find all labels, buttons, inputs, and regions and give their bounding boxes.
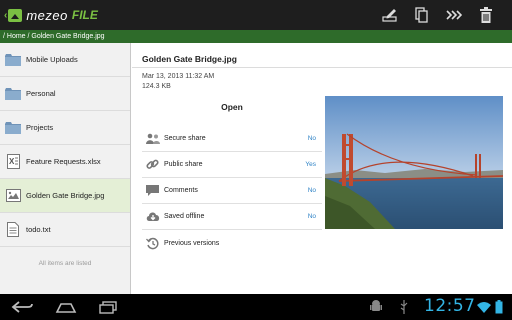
edit-button[interactable] xyxy=(374,0,406,30)
recent-apps-icon xyxy=(99,300,117,314)
link-icon xyxy=(146,159,159,169)
back-button[interactable] xyxy=(8,298,36,316)
android-debug-icon xyxy=(368,298,384,316)
copy-icon xyxy=(415,7,428,23)
list-item-label: Mobile Uploads xyxy=(26,55,78,64)
folder-icon xyxy=(5,121,21,134)
public-share-row[interactable]: Public share Yes xyxy=(142,152,322,178)
public-share-value[interactable]: Yes xyxy=(305,161,322,168)
clock[interactable]: 12:57 xyxy=(424,296,476,316)
image-file-icon xyxy=(5,189,21,202)
file-title: Golden Gate Bridge.jpg xyxy=(142,54,237,64)
saved-offline-row[interactable]: Saved offline No xyxy=(142,204,322,230)
delete-icon xyxy=(480,7,492,23)
edit-icon xyxy=(382,9,397,22)
row-label: Comments xyxy=(164,187,198,194)
comment-icon xyxy=(146,184,159,196)
list-item-projects[interactable]: Projects xyxy=(0,111,130,145)
secure-share-row[interactable]: Secure share No xyxy=(142,126,322,152)
download-icon xyxy=(146,211,160,221)
open-button[interactable]: Open xyxy=(142,99,322,115)
breadcrumb[interactable]: / Home / Golden Gate Bridge.jpg xyxy=(0,30,512,43)
logo-badge: FILE xyxy=(71,8,98,22)
toolbar-actions xyxy=(374,0,502,30)
list-item-todo[interactable]: todo.txt xyxy=(0,213,130,247)
recent-apps-button[interactable] xyxy=(94,298,122,316)
folder-icon xyxy=(5,87,21,100)
back-icon xyxy=(11,301,33,313)
back-chevron-icon: ‹ xyxy=(4,9,8,21)
secure-share-icon xyxy=(146,133,160,144)
list-item-personal[interactable]: Personal xyxy=(0,77,130,111)
move-icon xyxy=(446,10,462,20)
action-bar: ‹ mezeo FILE xyxy=(0,0,512,30)
wifi-icon xyxy=(477,298,491,316)
list-item-mobile-uploads[interactable]: Mobile Uploads xyxy=(0,43,130,77)
logo-text: mezeo xyxy=(26,7,68,23)
secure-share-value[interactable]: No xyxy=(308,135,322,142)
system-bar: 12:57 xyxy=(0,294,512,320)
list-item-label: Personal xyxy=(26,89,56,98)
divider xyxy=(132,67,512,68)
delete-button[interactable] xyxy=(470,0,502,30)
main-content: Mobile Uploads Personal Projects X Featu… xyxy=(0,43,512,294)
file-size: 124.3 KB xyxy=(142,83,171,90)
previous-versions-row[interactable]: Previous versions xyxy=(142,230,322,256)
svg-text:X: X xyxy=(9,157,15,166)
list-item-feature-requests[interactable]: X Feature Requests.xlsx xyxy=(0,145,130,179)
folder-icon xyxy=(5,53,21,66)
home-button[interactable] xyxy=(52,298,80,316)
image-preview[interactable] xyxy=(325,96,503,229)
comments-row[interactable]: Comments No xyxy=(142,178,322,204)
row-label: Previous versions xyxy=(164,239,220,247)
file-details: Golden Gate Bridge.jpg Mar 13, 2013 11:3… xyxy=(132,43,512,294)
file-list: Mobile Uploads Personal Projects X Featu… xyxy=(0,43,131,294)
comments-value[interactable]: No xyxy=(308,187,322,194)
row-label: Secure share xyxy=(164,135,206,142)
logo-icon xyxy=(8,8,23,22)
saved-offline-value[interactable]: No xyxy=(308,213,322,220)
row-label: Public share xyxy=(164,161,203,168)
list-item-label: Projects xyxy=(26,123,54,132)
list-item-label: todo.txt xyxy=(26,225,51,234)
copy-button[interactable] xyxy=(406,0,438,30)
history-icon xyxy=(146,237,159,249)
battery-icon xyxy=(493,298,505,316)
list-item-label: Golden Gate Bridge.jpg xyxy=(26,191,105,200)
list-item-label: Feature Requests.xlsx xyxy=(26,157,101,166)
text-file-icon xyxy=(7,222,19,237)
all-items-listed-text: All items are listed xyxy=(38,260,92,267)
excel-file-icon: X xyxy=(6,154,20,169)
golden-gate-photo xyxy=(325,96,503,229)
file-date: Mar 13, 2013 11:32 AM xyxy=(142,73,215,80)
list-item-golden-gate[interactable]: Golden Gate Bridge.jpg xyxy=(0,179,130,213)
move-button[interactable] xyxy=(438,0,470,30)
app-logo[interactable]: ‹ mezeo FILE xyxy=(4,7,98,23)
row-label: Saved offline xyxy=(164,213,205,220)
home-icon xyxy=(55,303,77,313)
usb-icon xyxy=(396,298,412,316)
